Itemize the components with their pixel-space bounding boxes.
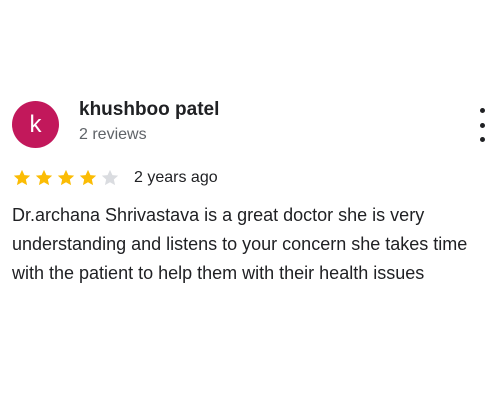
star-filled-icon bbox=[57, 169, 75, 186]
reviewer-avatar[interactable]: k bbox=[12, 101, 59, 148]
reviewer-review-count: 2 reviews bbox=[79, 126, 147, 143]
star-rating bbox=[12, 168, 122, 188]
review-age: 2 years ago bbox=[134, 169, 218, 186]
star-filled-icon bbox=[35, 169, 53, 186]
reviewer-name[interactable]: khushboo patel bbox=[79, 99, 219, 121]
more-options-icon[interactable] bbox=[468, 108, 496, 142]
star-filled-icon bbox=[79, 169, 97, 186]
review-text: Dr.archana Shrivastava is a great doctor… bbox=[12, 205, 468, 283]
avatar-initial: k bbox=[29, 110, 42, 138]
star-empty-icon bbox=[101, 169, 119, 186]
rating-row: 2 years ago bbox=[12, 166, 218, 190]
review-card: k khushboo patel 2 reviews 2 years ago D… bbox=[0, 0, 500, 400]
star-filled-icon bbox=[13, 169, 31, 186]
